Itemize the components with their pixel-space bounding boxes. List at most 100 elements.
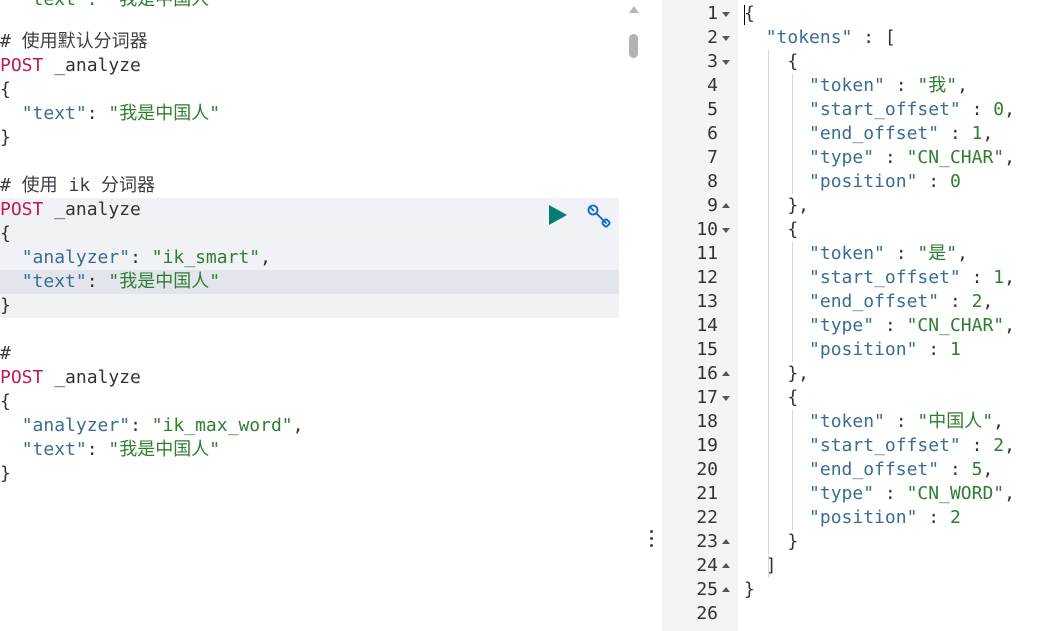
line-number-row: 17 bbox=[662, 386, 738, 410]
line-number-row: 9 bbox=[662, 194, 738, 218]
run-request-button[interactable] bbox=[546, 203, 570, 227]
http-method: POST bbox=[0, 367, 44, 388]
response-line: "type" : "CN_CHAR", bbox=[809, 315, 1015, 336]
scroll-thumb[interactable] bbox=[629, 34, 638, 58]
response-line: "start_offset" : 1, bbox=[809, 267, 1015, 288]
http-method: POST bbox=[0, 55, 44, 76]
line-number-row: 8 bbox=[662, 170, 738, 194]
line-number-row: 16 bbox=[662, 362, 738, 386]
line-number: 10 bbox=[696, 219, 718, 240]
request-line[interactable]: POST _analyze bbox=[0, 54, 141, 78]
response-line: "end_offset" : 2, bbox=[809, 291, 994, 312]
line-number: 25 bbox=[696, 579, 718, 600]
line-number-row: 15 bbox=[662, 338, 738, 362]
line-number-row: 19 bbox=[662, 434, 738, 458]
fold-expand-icon[interactable] bbox=[721, 362, 733, 386]
indent-guide bbox=[792, 74, 793, 194]
fold-expand-icon[interactable] bbox=[721, 194, 733, 218]
line-number: 6 bbox=[707, 123, 718, 144]
response-line: "start_offset" : 0, bbox=[809, 99, 1015, 120]
line-number-row: 26 bbox=[662, 602, 738, 626]
request-editor[interactable]: "text": "我是中国人" # 使用默认分词器 POST _analyze … bbox=[0, 0, 642, 631]
line-number: 24 bbox=[696, 555, 718, 576]
line-number: 5 bbox=[707, 99, 718, 120]
comment-line: # bbox=[0, 343, 11, 364]
fold-collapse-icon[interactable] bbox=[721, 26, 733, 50]
request-line[interactable]: POST _analyze bbox=[0, 198, 141, 222]
response-line: ] bbox=[744, 555, 777, 576]
brace-open: { bbox=[0, 79, 11, 100]
comment-line: # 使用默认分词器 bbox=[0, 31, 148, 52]
line-number-row: 22 bbox=[662, 506, 738, 530]
line-number: 14 bbox=[696, 315, 718, 336]
brace-close: } bbox=[0, 127, 11, 148]
line-number-row: 23 bbox=[662, 530, 738, 554]
line-number: 21 bbox=[696, 483, 718, 504]
response-line: } bbox=[744, 531, 799, 552]
response-line: } bbox=[744, 579, 755, 600]
brace-close: } bbox=[0, 295, 11, 316]
request-settings-button[interactable] bbox=[586, 203, 612, 229]
indent-guide bbox=[792, 410, 793, 530]
response-line: { bbox=[744, 51, 799, 72]
line-number: 12 bbox=[696, 267, 718, 288]
endpoint-path: _analyze bbox=[43, 55, 141, 76]
editor-scrollbar[interactable] bbox=[624, 0, 642, 631]
line-number: 11 bbox=[696, 243, 718, 264]
brace-open: { bbox=[0, 391, 11, 412]
fold-collapse-icon[interactable] bbox=[721, 218, 733, 242]
line-number: 26 bbox=[696, 603, 718, 624]
request-line[interactable]: POST _analyze bbox=[0, 366, 141, 390]
line-number-row: 12 bbox=[662, 266, 738, 290]
line-number: 7 bbox=[707, 147, 718, 168]
response-line: "position" : 2 bbox=[809, 507, 961, 528]
body-line: "text": "我是中国人" bbox=[21, 439, 221, 460]
fold-expand-icon[interactable] bbox=[721, 554, 733, 578]
line-number: 17 bbox=[696, 387, 718, 408]
fold-expand-icon[interactable] bbox=[721, 530, 733, 554]
line-number: 23 bbox=[696, 531, 718, 552]
drag-handle-icon[interactable] bbox=[650, 530, 654, 550]
line-number-row: 11 bbox=[662, 242, 738, 266]
response-line: { bbox=[744, 387, 799, 408]
fold-collapse-icon[interactable] bbox=[721, 2, 733, 26]
endpoint-path: _analyze bbox=[43, 199, 141, 220]
brace-open: { bbox=[0, 223, 11, 244]
fold-collapse-icon[interactable] bbox=[721, 50, 733, 74]
line-number: 2 bbox=[707, 27, 718, 48]
line-number: 22 bbox=[696, 507, 718, 528]
line-number: 18 bbox=[696, 411, 718, 432]
fold-expand-icon[interactable] bbox=[721, 578, 733, 602]
line-number: 20 bbox=[696, 459, 718, 480]
line-number-row: 3 bbox=[662, 50, 738, 74]
line-number-row: 2 bbox=[662, 26, 738, 50]
indent-guide bbox=[792, 242, 793, 362]
response-line: "token" : "是", bbox=[809, 243, 968, 264]
body-line: "text": "我是中国人" bbox=[21, 271, 221, 292]
response-line: "token" : "中国人", bbox=[809, 411, 1004, 432]
line-number-row: 20 bbox=[662, 458, 738, 482]
response-line: "token" : "我", bbox=[809, 75, 968, 96]
body-line: "analyzer": "ik_max_word", bbox=[21, 415, 304, 436]
indent-guide bbox=[768, 50, 769, 578]
response-line: "start_offset" : 2, bbox=[809, 435, 1015, 456]
line-number: 16 bbox=[696, 363, 718, 384]
line-number: 9 bbox=[707, 195, 718, 216]
scroll-up-arrow-icon[interactable] bbox=[629, 6, 639, 13]
line-number-row: 14 bbox=[662, 314, 738, 338]
comment-line: # 使用 ik 分词器 bbox=[0, 175, 156, 196]
response-line: }, bbox=[744, 195, 810, 216]
brace-close: } bbox=[0, 463, 11, 484]
response-line: { bbox=[744, 219, 799, 240]
line-number-row: 24 bbox=[662, 554, 738, 578]
clipped-line: "text": "我是中国人" bbox=[0, 0, 220, 12]
response-line: "position" : 0 bbox=[809, 171, 961, 192]
endpoint-path: _analyze bbox=[43, 367, 141, 388]
fold-collapse-icon[interactable] bbox=[721, 386, 733, 410]
line-number: 8 bbox=[707, 171, 718, 192]
line-number: 3 bbox=[707, 51, 718, 72]
line-number-row: 4 bbox=[662, 74, 738, 98]
line-number: 1 bbox=[707, 3, 718, 24]
body-line: "analyzer": "ik_smart", bbox=[21, 247, 271, 268]
response-line: "type" : "CN_WORD", bbox=[809, 483, 1015, 504]
